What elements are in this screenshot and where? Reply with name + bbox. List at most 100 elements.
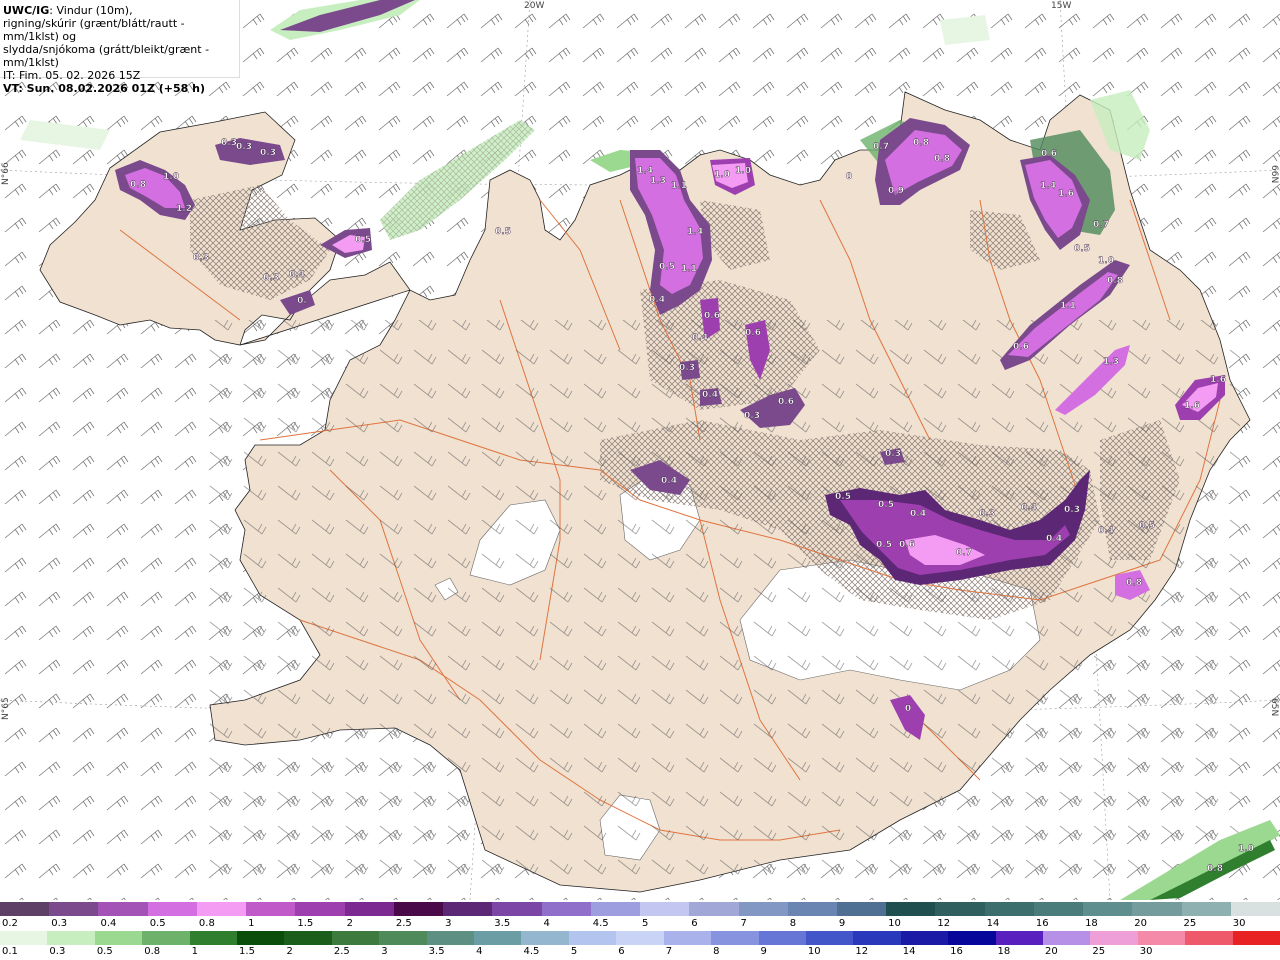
longitude-label-15w: 15W [1051,1,1071,11]
legend-tick-label: 8 [713,946,720,957]
legend-swatch [935,902,985,916]
precip-value-label: 0.4 [692,333,708,343]
precip-value-label: 1.4 [637,166,653,176]
legend-tick-label: 14 [986,918,1000,929]
title-line2: rigning/skúrir (grænt/blátt/rautt - mm/1… [3,17,185,43]
legend-swatch [995,931,1043,945]
legend-swatch [1230,902,1280,916]
legend-tick-label: 9 [838,918,846,929]
color-legend: 0.2 0.3 0.4 0.5 0.8 1 1.5 2 2.5 3 3.5 4 4.5 5 6 7 8 9 10 12… [0,900,1280,960]
legend-tick-label: 4.5 [592,918,609,929]
legend-swatch [246,902,296,916]
legend-swatch [284,931,332,945]
legend-tick-label: 20 [1044,946,1058,957]
valid-time: VT: Sun. 08.02.2026 01Z (+58 h) [3,82,206,95]
precip-value-label: 0.6 [1041,149,1057,159]
legend-tick-label: 4.5 [523,946,540,957]
legend-tick-label: 0.5 [96,946,113,957]
legend-swatch [443,902,493,916]
legend-tick-label: 9 [760,946,767,957]
precip-value-label: 0.5 [495,227,511,237]
precip-value-label: 0 [846,172,852,182]
precip-value-label: 1.4 [1040,181,1056,191]
legend-tick-label: 6 [618,946,625,957]
legend-tick-label: 3 [381,946,388,957]
precip-value-label: 0.4 [910,509,926,519]
precip-value-label: 0.7 [956,548,972,558]
precip-value-label: 0.6 [745,328,761,338]
title-line3: slydda/snjókoma (grátt/bleikt/grænt - mm… [3,43,210,69]
legend-tick-label: 3.5 [494,918,511,929]
legend-tick-label: 0.4 [100,918,117,929]
precip-value-label: 0.7 [873,142,889,152]
legend-swatch [590,902,641,916]
legend-tick-label: 12 [855,946,869,957]
legend-tick-label: 0.5 [149,918,166,929]
legend-swatch [426,931,475,945]
precip-value-label: 0.8 [1107,276,1123,286]
legend-swatch [805,931,854,945]
precip-value-label: 0.6 [704,311,720,321]
legend-tick-label: 1.5 [239,946,255,957]
precip-value-label: 0.4 [1021,503,1037,513]
precip-value-label: 0.6 [899,540,915,550]
latitude-label-65-left: N°65 [1,697,11,720]
legend-swatch [196,902,247,916]
legend-tick-label: 18 [997,946,1011,957]
precip-value-label: 0.8 [913,138,929,148]
title-line1: : Vindur (10m), [49,4,133,17]
legend-tick-label: 25 [1092,946,1106,957]
precip-value-label: 0.3 [221,138,237,148]
precip-value-label: 1.1 [1060,301,1076,311]
issue-time: IT: Fim. 05. 02. 2026 15Z [3,69,141,82]
precip-value-label: 0.5 [835,492,851,502]
product-code: UWC/IG [3,4,50,17]
precip-value-label: 0.4 [661,476,677,486]
legend-tick-label: 6 [691,918,698,929]
precip-value-label: 0.3 [885,449,901,459]
legend-tick-label: 3 [445,918,452,929]
legend-tick-label: 8 [789,918,797,929]
legend-swatch [142,931,190,945]
legend-swatch [836,902,887,916]
precip-value-label: 0.3 [679,363,695,373]
legend-swatch [900,931,949,945]
legend-tick-label: 12 [937,918,951,929]
precip-value-label: 0.4 [649,295,665,305]
precip-value-label: 1.2 [176,204,192,214]
precip-value-label: 0.8 [1207,864,1223,874]
legend-swatch [1083,902,1133,916]
legend-swatch [787,902,837,916]
legend-swatch [521,931,569,945]
precip-value-label: 1.3 [1103,357,1119,367]
legend-tick-label: 20 [1134,918,1148,929]
precip-value-label: 0.3 [979,509,995,519]
legend-swatch [1232,931,1280,945]
legend-swatch [853,931,901,945]
precip-value-label: 0.7 [1093,220,1109,230]
precip-value-label: 1.0 [714,170,730,180]
legend-swatch [568,931,617,945]
legend-swatch [49,902,99,916]
legend-swatch [640,902,690,916]
legend-swatch [689,902,739,916]
precip-value-label: 0. [297,296,307,306]
legend-tick-label: 5 [570,946,578,957]
legend-swatch [758,931,806,945]
precip-value-label: 0.8 [1126,578,1142,588]
legend-swatch [295,902,345,916]
legend-tick-label: 30 [1232,918,1246,929]
legend-tick-label: 18 [1085,918,1098,929]
legend-tick-label: 3.5 [428,946,445,957]
legend-tick-label: 5 [642,918,649,929]
precip-value-label: 1.0 [163,172,179,182]
rain-color-bar [0,931,1280,945]
legend-swatch [379,931,427,945]
legend-tick-label: 7 [665,946,673,957]
precip-value-label: 0.3 [263,273,279,283]
legend-swatch [474,931,522,945]
legend-swatch [738,902,788,916]
precip-value-label: 0.5 [876,540,892,550]
precip-value-label: 0.3 [1064,505,1080,515]
precip-value-label: 0.5 [1139,521,1155,531]
